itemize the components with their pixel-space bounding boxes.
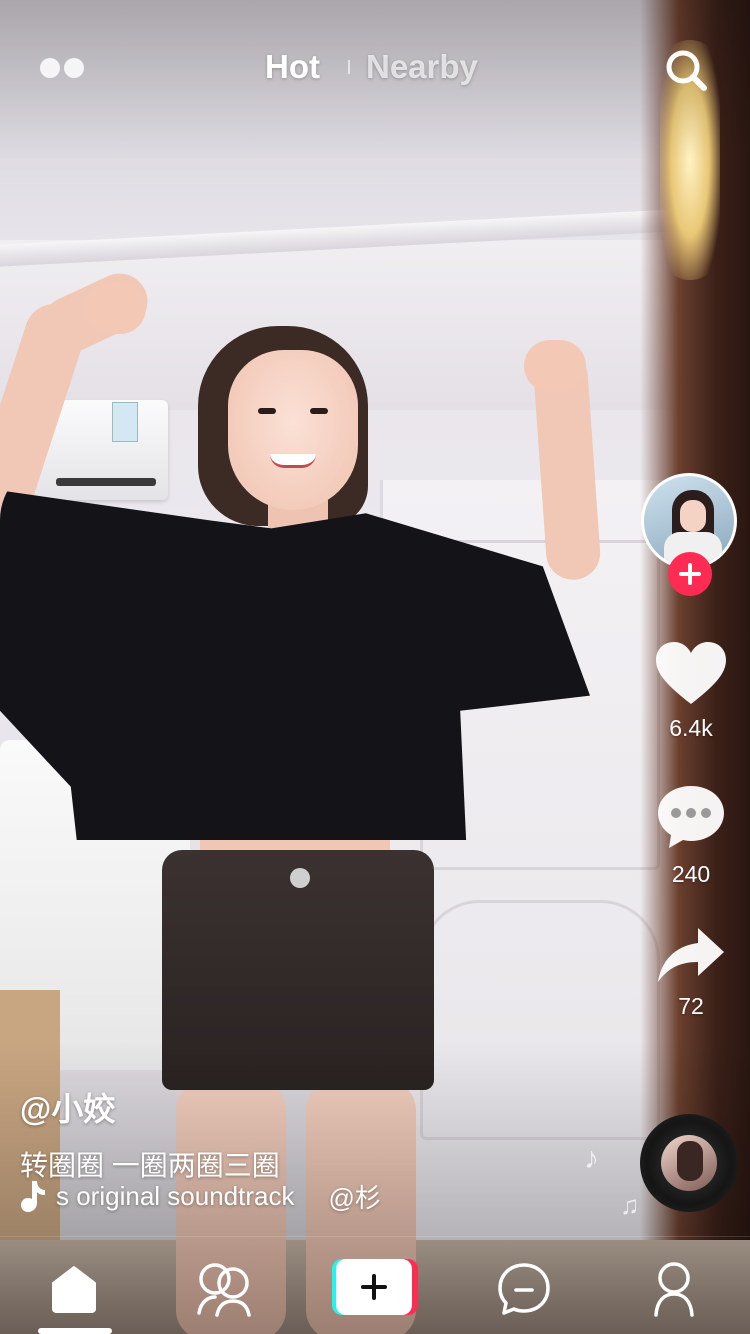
music-cover-art bbox=[661, 1135, 717, 1191]
friends-icon bbox=[197, 1263, 251, 1317]
live-dots-icon[interactable] bbox=[40, 58, 90, 80]
home-icon bbox=[52, 1266, 96, 1313]
share-button[interactable]: 72 bbox=[636, 926, 746, 1020]
profile-icon bbox=[654, 1262, 694, 1317]
nav-friends[interactable] bbox=[194, 1259, 254, 1319]
comment-icon bbox=[658, 786, 724, 848]
share-icon bbox=[658, 928, 724, 982]
search-button[interactable] bbox=[662, 46, 710, 94]
music-title: s original soundtrack bbox=[56, 1180, 295, 1211]
video-person-smile bbox=[270, 454, 316, 468]
music-note-icon bbox=[21, 1181, 45, 1212]
nav-home[interactable] bbox=[44, 1259, 104, 1319]
follow-button[interactable] bbox=[668, 552, 712, 596]
like-count: 6.4k bbox=[669, 715, 713, 741]
video-person-eye bbox=[258, 408, 276, 414]
plus-icon bbox=[679, 563, 701, 585]
music-disc[interactable] bbox=[640, 1114, 738, 1212]
top-bar: Hot Nearby bbox=[0, 40, 750, 100]
heart-icon bbox=[656, 642, 726, 704]
create-plus-icon bbox=[361, 1274, 387, 1300]
floating-note-icon: ♫ bbox=[620, 1190, 640, 1220]
create-button[interactable] bbox=[332, 1259, 418, 1315]
active-tab-indicator bbox=[38, 1328, 112, 1334]
nav-profile[interactable] bbox=[644, 1259, 704, 1319]
video-person-button bbox=[290, 868, 310, 888]
search-icon bbox=[666, 50, 707, 91]
share-count: 72 bbox=[678, 993, 704, 1019]
tab-separator bbox=[347, 60, 350, 74]
tab-hot[interactable]: Hot bbox=[265, 48, 320, 86]
video-person-fist bbox=[524, 340, 586, 392]
video-caption: @小姣 转圈圈 一圈两圈三圈 bbox=[20, 1084, 580, 1184]
music-title-next: @杉 bbox=[328, 1182, 381, 1213]
video-ac-sticker bbox=[112, 402, 138, 442]
bottom-nav bbox=[0, 1236, 750, 1334]
comment-button[interactable]: 240 bbox=[636, 782, 746, 888]
tab-nearby[interactable]: Nearby bbox=[366, 48, 478, 86]
creator-username[interactable]: @小姣 bbox=[20, 1084, 580, 1130]
nav-messages[interactable] bbox=[494, 1259, 554, 1319]
floating-note-icon: ♪ bbox=[584, 1142, 599, 1175]
comment-count: 240 bbox=[671, 861, 711, 887]
video-person-fist bbox=[84, 282, 146, 334]
message-icon bbox=[498, 1263, 550, 1315]
feed-tabs: Hot Nearby bbox=[265, 48, 478, 86]
video-person-eye bbox=[310, 408, 328, 414]
video-person-face bbox=[228, 350, 358, 510]
music-ticker[interactable]: s original soundtrack @杉 bbox=[20, 1176, 410, 1216]
like-button[interactable]: 6.4k bbox=[636, 640, 746, 742]
